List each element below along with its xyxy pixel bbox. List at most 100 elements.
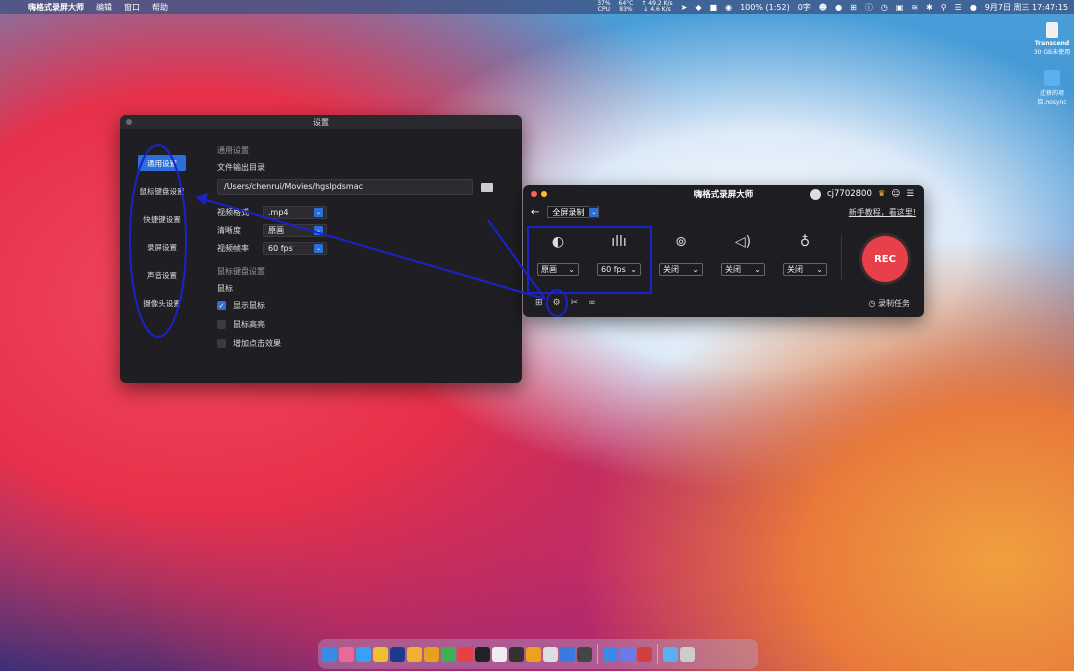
search-icon[interactable]: ⚲ (941, 3, 947, 12)
recorder-titlebar[interactable]: 嗨格式录屏大师 cj7702800 ♛ ☺ ☰ (523, 185, 924, 203)
quality-dropdown[interactable]: 原画 ⌄ (537, 263, 579, 276)
temp-monitor[interactable]: 64°C 83% (619, 1, 634, 13)
camera-icon[interactable]: ■ (710, 3, 718, 12)
app-icon[interactable] (603, 646, 618, 662)
launchpad-icon[interactable] (339, 646, 354, 662)
quality-select[interactable]: 原画 ⌄ (263, 224, 327, 237)
battery-status[interactable]: 100% (1:52) (740, 3, 790, 12)
menu-app-name[interactable]: 嗨格式录屏大师 (28, 2, 84, 13)
layout-icon[interactable]: ⊞ (535, 298, 543, 308)
photoshop-icon[interactable] (390, 646, 405, 662)
record-task-button[interactable]: ◷ 录制任务 (868, 298, 910, 309)
notes-icon[interactable] (492, 646, 507, 662)
control-center-icon[interactable]: ☰ (955, 3, 962, 12)
feedback-icon[interactable]: ☺ (892, 189, 901, 199)
click-effect-checkbox[interactable]: 增加点击效果 (217, 338, 517, 349)
wifi-off-icon[interactable]: ≋ (911, 3, 918, 12)
avatar[interactable] (809, 188, 821, 200)
nav-mouse-keyboard[interactable]: 鼠标键盘设置 (132, 183, 192, 199)
cpu-monitor[interactable]: 37% CPU (597, 1, 610, 13)
timer-icon: ◷ (868, 299, 878, 308)
clock-icon[interactable]: ◷ (881, 3, 888, 12)
face-icon[interactable]: ☻ (819, 3, 827, 12)
leaf-icon[interactable] (441, 646, 456, 662)
checkmark-icon: ✓ (217, 301, 226, 310)
folder-browse-icon[interactable] (481, 182, 493, 192)
speaker-control: ◁) 关闭 ⌄ (721, 229, 765, 276)
nav-hotkeys[interactable]: 快捷键设置 (132, 211, 192, 227)
app-icon[interactable] (458, 646, 473, 662)
crown-icon[interactable]: ♛ (878, 189, 886, 199)
recorder-status-icon[interactable]: ◉ (725, 3, 732, 12)
settings-content: 通用设置 文件输出目录 /Users/chenrui/Movies/hgslpd… (217, 145, 517, 357)
chevron-down-icon: ⌄ (589, 207, 599, 217)
link-icon[interactable]: ∞ (588, 298, 596, 308)
speaker-off-icon[interactable]: ◁) (735, 229, 751, 255)
rec-button[interactable]: REC (862, 236, 908, 282)
sublime-icon[interactable] (526, 646, 541, 662)
tutorial-link[interactable]: 新手教程，看这里! (849, 207, 916, 218)
waveform-icon[interactable]: ıllı (611, 229, 627, 255)
input-method-icon[interactable]: ⊞ (850, 3, 857, 12)
pen-icon[interactable] (509, 646, 524, 662)
mic-status-icon[interactable]: ● (835, 3, 842, 12)
mic-off-icon[interactable]: ♁ (800, 229, 810, 255)
speaker-dropdown[interactable]: 关闭 ⌄ (721, 263, 765, 276)
siri-icon[interactable]: ● (970, 3, 977, 12)
back-arrow-icon[interactable]: ← (531, 207, 539, 218)
video-format-select[interactable]: .mp4 ⌄ (263, 206, 327, 219)
chrome-icon[interactable] (373, 646, 388, 662)
camera-dropdown[interactable]: 关闭 ⌄ (659, 263, 703, 276)
settings-titlebar[interactable]: 设置 (120, 115, 522, 129)
bluetooth-app-icon[interactable]: ◆ (695, 3, 701, 12)
dock-separator (657, 644, 658, 664)
nav-general[interactable]: 通用设置 (138, 155, 186, 171)
cursor-highlight-checkbox[interactable]: 鼠标高亮 (217, 319, 517, 330)
input-count[interactable]: 0字 (798, 2, 811, 13)
quality-icon[interactable]: ◐ (552, 229, 564, 255)
app-icon[interactable] (407, 646, 422, 662)
desktop-folder-migrated[interactable]: 迁移的项 目.nosync (1022, 70, 1074, 106)
net-monitor[interactable]: ↑ 49.2 K/s ↓ 4.6 K/s (641, 1, 672, 13)
nav-audio[interactable]: 声音设置 (132, 267, 192, 283)
menu-help[interactable]: 帮助 (152, 2, 168, 13)
butterfly-icon[interactable] (424, 646, 439, 662)
recorder-dock-icon[interactable] (577, 646, 592, 662)
output-dir-field[interactable]: /Users/chenrui/Movies/hgslpdsmac (217, 179, 473, 195)
close-button[interactable] (126, 119, 132, 125)
app-icon[interactable] (637, 646, 652, 662)
fps-label: 视频帧率 (217, 244, 249, 253)
user-id[interactable]: cj7702800 (827, 189, 872, 199)
settings-gear-icon[interactable]: ⚙ (553, 298, 561, 308)
show-cursor-checkbox[interactable]: ✓ 显示鼠标 (217, 300, 517, 311)
app-icon[interactable] (620, 646, 635, 662)
bluetooth-icon[interactable]: ✱ (926, 3, 933, 12)
trash-icon[interactable] (680, 646, 695, 662)
app-icon[interactable] (560, 646, 575, 662)
folder-icon (1044, 70, 1060, 86)
nav-camera[interactable]: 摄像头设置 (132, 295, 192, 311)
nav-recording[interactable]: 录屏设置 (132, 239, 192, 255)
menu-window[interactable]: 窗口 (124, 2, 140, 13)
divider (841, 235, 842, 279)
mode-select[interactable]: 全屏录制 ⌄ (547, 205, 600, 219)
menu-icon[interactable]: ☰ (906, 189, 914, 199)
downloads-folder-icon[interactable] (663, 646, 678, 662)
webcam-off-icon[interactable]: ⊚ (675, 229, 687, 255)
safari-icon[interactable] (356, 646, 371, 662)
chevron-down-icon: ⌄ (314, 208, 323, 217)
fps-select[interactable]: 60 fps ⌄ (263, 242, 327, 255)
terminal-icon[interactable] (475, 646, 490, 662)
info-icon[interactable]: ⓘ (865, 2, 873, 13)
location-icon[interactable]: ➤ (681, 3, 688, 12)
mic-dropdown[interactable]: 关闭 ⌄ (783, 263, 827, 276)
scissors-icon[interactable]: ✂ (571, 298, 579, 308)
finder-icon[interactable] (322, 646, 337, 662)
menu-edit[interactable]: 编辑 (96, 2, 112, 13)
mic-control: ♁ 关闭 ⌄ (783, 229, 827, 276)
date-time[interactable]: 9月7日 周三 17:47:15 (985, 2, 1068, 13)
desktop-drive-transcend[interactable]: Transcend 30 GB未使用 (1022, 22, 1074, 56)
chat-icon[interactable] (543, 646, 558, 662)
fps-dropdown[interactable]: 60 fps ⌄ (597, 263, 641, 276)
display-icon[interactable]: ▣ (896, 3, 904, 12)
